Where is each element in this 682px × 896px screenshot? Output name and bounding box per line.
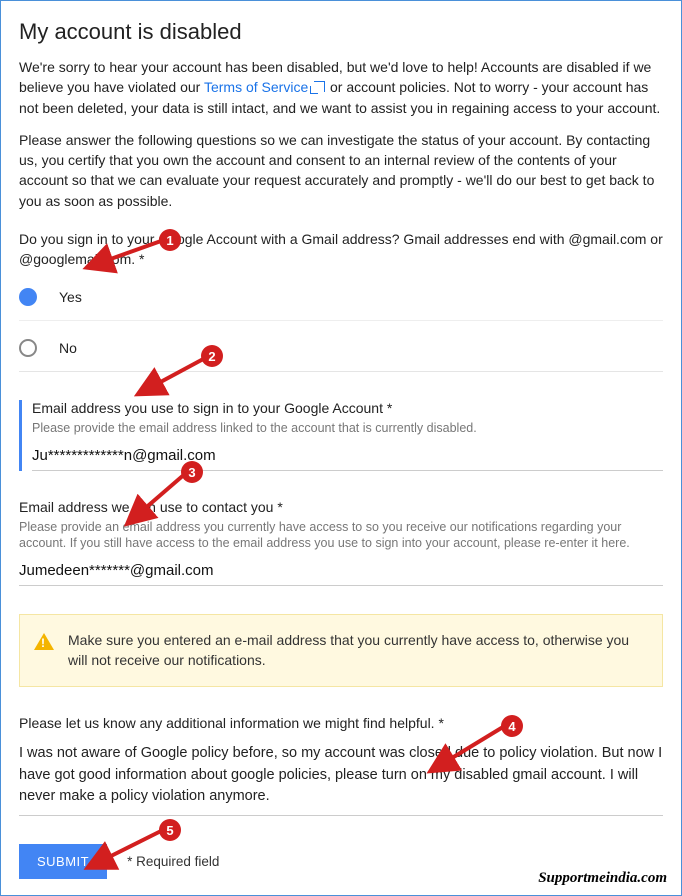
warning-icon bbox=[34, 633, 54, 650]
radio-selected-icon bbox=[19, 288, 37, 306]
annotation-arrow-5 bbox=[99, 829, 169, 874]
annotation-arrow-1 bbox=[99, 239, 169, 274]
contact-email-input[interactable] bbox=[19, 558, 663, 586]
radio-option-yes[interactable]: Yes bbox=[19, 270, 663, 321]
page-title: My account is disabled bbox=[19, 19, 663, 45]
submit-button[interactable]: SUBMIT bbox=[19, 844, 107, 879]
signin-email-hint: Please provide the email address linked … bbox=[32, 420, 663, 437]
additional-info-input[interactable]: I was not aware of Google policy before,… bbox=[19, 741, 663, 815]
contact-email-hint: Please provide an email address you curr… bbox=[19, 519, 663, 553]
external-link-icon bbox=[314, 81, 325, 92]
warning-text: Make sure you entered an e-mail address … bbox=[68, 631, 648, 670]
intro-paragraph-1: We're sorry to hear your account has bee… bbox=[19, 57, 663, 118]
terms-of-service-link[interactable]: Terms of Service bbox=[204, 79, 326, 95]
contact-email-field: Email address we can use to contact you … bbox=[19, 499, 663, 587]
additional-info-label: Please let us know any additional inform… bbox=[19, 715, 663, 731]
radio-no-label: No bbox=[59, 340, 77, 356]
warning-alert: Make sure you entered an e-mail address … bbox=[19, 614, 663, 687]
radio-yes-label: Yes bbox=[59, 289, 82, 305]
signin-email-input[interactable] bbox=[32, 443, 663, 471]
annotation-badge-1: 1 bbox=[159, 229, 181, 251]
additional-info-field: Please let us know any additional inform… bbox=[19, 715, 663, 815]
annotation-badge-4: 4 bbox=[501, 715, 523, 737]
page-container: My account is disabled We're sorry to he… bbox=[0, 0, 682, 896]
annotation-badge-5: 5 bbox=[159, 819, 181, 841]
annotation-badge-3: 3 bbox=[181, 461, 203, 483]
annotation-arrow-4 bbox=[441, 725, 511, 775]
intro-paragraph-2: Please answer the following questions so… bbox=[19, 130, 663, 211]
signin-email-field: Email address you use to sign in to your… bbox=[19, 400, 663, 471]
signin-email-label: Email address you use to sign in to your… bbox=[32, 400, 663, 416]
watermark-text: Supportmeindia.com bbox=[538, 870, 667, 887]
radio-unselected-icon bbox=[19, 339, 37, 357]
contact-email-label: Email address we can use to contact you … bbox=[19, 499, 663, 515]
annotation-badge-2: 2 bbox=[201, 345, 223, 367]
radio-option-no[interactable]: No bbox=[19, 321, 663, 372]
